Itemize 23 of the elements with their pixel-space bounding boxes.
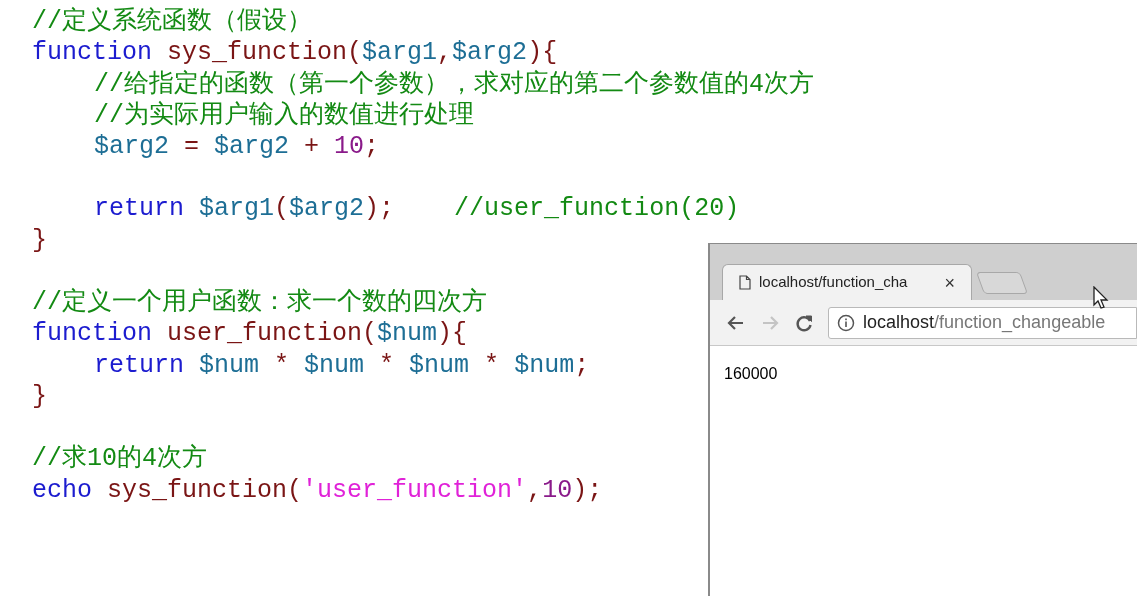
info-icon[interactable] — [837, 313, 855, 332]
code-line: return $num * $num * $num * $num; — [94, 349, 590, 381]
document-icon — [739, 275, 751, 290]
reload-icon[interactable] — [794, 312, 814, 333]
page-text: 160000 — [724, 365, 778, 382]
browser-tab[interactable]: localhost/function_cha × — [722, 264, 972, 300]
address-bar[interactable]: localhost/function_changeable — [828, 306, 1137, 339]
code-line: $arg2 = $arg2 + 10; — [94, 131, 380, 163]
cursor-icon — [1093, 286, 1109, 310]
code-line: //给指定的函数（第一个参数），求对应的第二个参数值的4次方 — [94, 68, 814, 100]
tab-title: localhost/function_cha — [759, 272, 908, 293]
code-line: //定义系统函数（假设） — [32, 6, 312, 38]
code-line: return $arg1($arg2); //user_function(20) — [94, 193, 740, 225]
code-line: function user_function($num){ — [32, 318, 468, 350]
code-line: //定义一个用户函数：求一个数的四次方 — [32, 287, 487, 319]
code-line: function sys_function($arg1,$arg2){ — [32, 37, 558, 69]
code-line: //求10的4次方 — [32, 443, 207, 475]
code-line: //为实际用户输入的数值进行处理 — [94, 99, 474, 132]
code-line: } — [32, 380, 47, 413]
code-line: echo sys_function('user_function',10); — [32, 474, 603, 506]
code-line: } — [32, 224, 47, 257]
close-button[interactable]: × — [944, 273, 955, 292]
url-text: localhost/function_changeable — [863, 311, 1106, 335]
